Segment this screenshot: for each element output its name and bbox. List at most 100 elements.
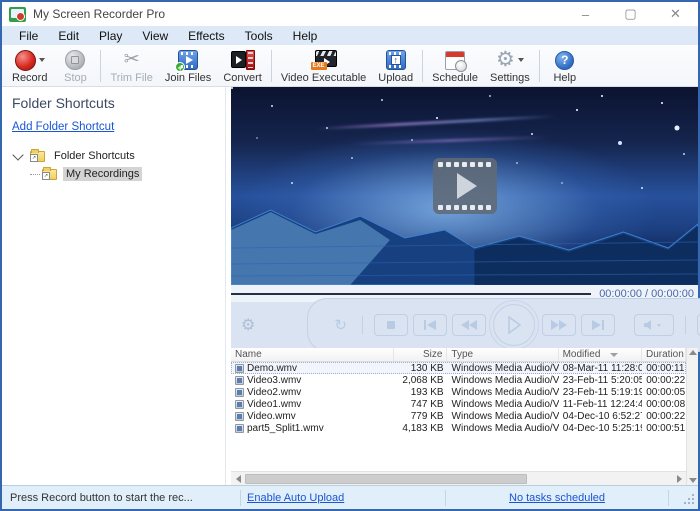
sort-descending-icon (610, 353, 618, 357)
close-button[interactable]: ✕ (653, 2, 698, 26)
file-row[interactable]: Demo.wmv 130 KB Windows Media Audio/Vide… (231, 362, 686, 374)
upload-button[interactable]: ↑ Upload (372, 47, 419, 85)
menu-file[interactable]: File (10, 27, 47, 45)
menu-tools[interactable]: Tools (236, 27, 282, 45)
media-file-icon (235, 376, 244, 385)
file-row[interactable]: Video1.wmv 747 KB Windows Media Audio/Vi… (231, 398, 686, 410)
pill-separator (685, 316, 686, 334)
status-separator (668, 490, 669, 506)
calendar-clock-icon (445, 51, 465, 70)
chevron-down-icon[interactable] (12, 149, 23, 160)
tree-item-my-recordings[interactable]: My Recordings (30, 165, 225, 183)
media-file-icon (235, 364, 244, 373)
status-bar: Press Record button to start the rec... … (2, 485, 698, 509)
record-icon (15, 50, 36, 71)
next-button[interactable] (581, 314, 615, 336)
status-message: Press Record button to start the rec... (2, 492, 234, 504)
title-bar: My Screen Recorder Pro – ▢ ✕ (2, 2, 698, 26)
status-separator (445, 490, 446, 506)
gear-icon: ⚙ (496, 49, 515, 71)
join-films-icon: + (178, 50, 198, 70)
plus-badge-icon: + (175, 62, 185, 72)
settings-dropdown-icon[interactable] (518, 58, 524, 62)
window-controls: – ▢ ✕ (563, 2, 698, 26)
scroll-right-icon[interactable] (672, 472, 686, 485)
no-tasks-scheduled-link[interactable]: No tasks scheduled (452, 492, 662, 504)
file-row[interactable]: Video3.wmv 2,068 KB Windows Media Audio/… (231, 374, 686, 386)
volume-button[interactable] (634, 314, 674, 336)
folder-shortcut-icon (30, 151, 45, 162)
app-window: My Screen Recorder Pro – ▢ ✕ File Edit P… (0, 0, 700, 511)
schedule-button[interactable]: Schedule (426, 47, 484, 85)
scissors-icon: ✂ (124, 50, 140, 70)
play-button[interactable] (493, 304, 535, 346)
toolbar: Record Stop ✂ Trim File + Join Files Con… (2, 45, 698, 87)
scroll-up-icon[interactable] (689, 350, 697, 355)
transport-pill: ↻ (307, 298, 700, 352)
nebula-streak (316, 115, 556, 131)
toolbar-separator (100, 50, 101, 82)
menu-help[interactable]: Help (284, 27, 327, 45)
media-file-icon (235, 388, 244, 397)
file-table-body: Demo.wmv 130 KB Windows Media Audio/Vide… (231, 362, 686, 471)
menu-bar: File Edit Play View Effects Tools Help (2, 26, 698, 45)
rewind-button[interactable] (452, 314, 486, 336)
tree-item-folder-shortcuts[interactable]: Folder Shortcuts (12, 147, 225, 165)
app-logo-icon (9, 7, 26, 22)
column-header-duration[interactable]: Duration (642, 348, 686, 361)
enable-auto-upload-link[interactable]: Enable Auto Upload (247, 492, 344, 504)
stop-icon (65, 50, 85, 70)
menu-edit[interactable]: Edit (49, 27, 88, 45)
menu-effects[interactable]: Effects (179, 27, 233, 45)
column-header-modified[interactable]: Modified (559, 348, 642, 361)
nebula-streak (351, 136, 551, 146)
settings-button[interactable]: ⚙ Settings (484, 47, 536, 85)
scroll-down-icon[interactable] (689, 478, 697, 483)
stop-playback-button[interactable] (374, 314, 408, 336)
video-executable-button[interactable]: EXE Video Executable (275, 47, 372, 85)
record-dropdown-icon[interactable] (39, 58, 45, 62)
horizontal-scrollbar[interactable] (231, 471, 686, 485)
file-list-panel: Name Size Type Modified Duration Demo.wm… (231, 348, 698, 485)
column-header-type[interactable]: Type (447, 348, 558, 361)
seek-bar[interactable] (231, 293, 591, 295)
film-play-overlay-icon (433, 158, 497, 214)
column-header-name[interactable]: Name (231, 348, 394, 361)
stop-button[interactable]: Stop (53, 47, 97, 85)
file-row[interactable]: part5_Split1.wmv 4,183 KB Windows Media … (231, 422, 686, 434)
media-file-icon (235, 400, 244, 409)
folder-shortcuts-panel: Folder Shortcuts Add Folder Shortcut Fol… (2, 87, 226, 485)
join-files-button[interactable]: + Join Files (159, 47, 217, 85)
fast-forward-button[interactable] (542, 314, 576, 336)
loop-icon[interactable]: ↻ (334, 316, 347, 334)
file-row[interactable]: Video2.wmv 193 KB Windows Media Audio/Vi… (231, 386, 686, 398)
player-settings-gear-icon[interactable]: ⚙ (241, 315, 255, 335)
status-separator (240, 490, 241, 506)
window-title: My Screen Recorder Pro (33, 7, 165, 21)
minimize-button[interactable]: – (563, 2, 608, 26)
record-button[interactable]: Record (6, 47, 53, 85)
column-header-size[interactable]: Size (394, 348, 448, 361)
sidebar-title: Folder Shortcuts (12, 95, 225, 111)
convert-button[interactable]: Convert (217, 47, 268, 85)
vertical-scrollbar[interactable] (686, 348, 698, 485)
menu-play[interactable]: Play (90, 27, 131, 45)
maximize-button[interactable]: ▢ (608, 2, 653, 26)
folder-shortcut-icon (42, 169, 57, 180)
toolbar-separator (422, 50, 423, 82)
scroll-left-icon[interactable] (231, 472, 245, 485)
media-file-icon (235, 412, 244, 421)
file-list-header: Name Size Type Modified Duration (231, 348, 686, 362)
file-row[interactable]: Video.wmv 779 KB Windows Media Audio/Vid… (231, 410, 686, 422)
help-button[interactable]: ? Help (543, 47, 587, 85)
starfield-decoration (231, 87, 233, 89)
previous-button[interactable] (413, 314, 447, 336)
trim-file-button[interactable]: ✂ Trim File (104, 47, 158, 85)
horizontal-scroll-thumb[interactable] (245, 474, 527, 484)
tree-connector (30, 174, 40, 175)
upload-film-icon: ↑ (386, 50, 406, 70)
menu-view[interactable]: View (133, 27, 177, 45)
resize-grip[interactable] (681, 491, 695, 505)
add-folder-shortcut-link[interactable]: Add Folder Shortcut (12, 121, 114, 133)
toolbar-separator (539, 50, 540, 82)
